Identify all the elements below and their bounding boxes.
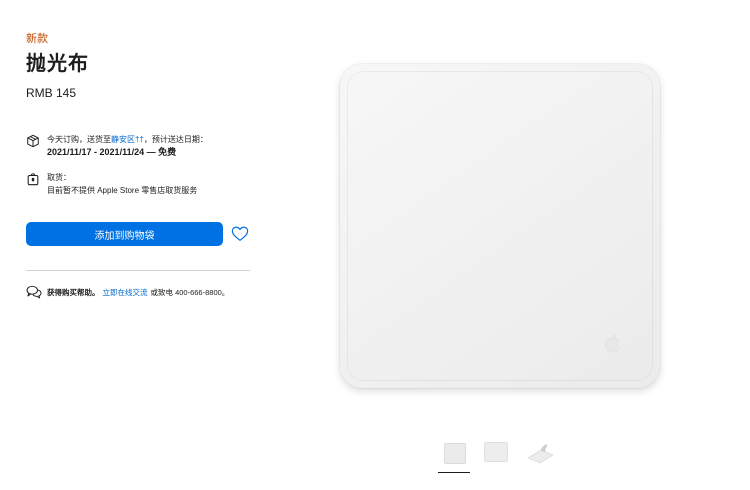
delivery-location-footnote[interactable]: †† — [135, 135, 144, 144]
product-image — [340, 64, 660, 388]
delivery-dates: 2021/11/17 - 2021/11/24 — 免费 — [47, 147, 177, 157]
thumbnail-flat[interactable] — [484, 442, 508, 462]
divider — [26, 270, 250, 271]
delivery-suffix: ，预计送达日期： — [143, 135, 208, 144]
add-to-bag-button[interactable]: 添加到购物袋 — [26, 222, 223, 246]
pickup-info: 取货： 目前暂不提供 Apple Store 零售店取货服务 — [26, 171, 197, 197]
new-badge: 新款 — [26, 33, 48, 45]
purchase-help: 获得购买帮助。 立即在线交流 或致电 400-666-8800。 — [26, 285, 229, 299]
selected-thumbnail-indicator — [438, 472, 470, 473]
delivery-line: 今天订购，送货至静安区††，预计送达日期： — [47, 133, 208, 146]
delivery-prefix: 今天订购，送货至 — [47, 135, 111, 144]
help-label: 获得购买帮助。 — [47, 287, 100, 297]
chat-bubbles-icon — [26, 285, 42, 299]
pickup-label: 取货： — [47, 173, 71, 182]
thumbnail-folded[interactable] — [525, 441, 555, 465]
heart-icon[interactable] — [231, 225, 249, 243]
pickup-detail: 目前暂不提供 Apple Store 零售店取货服务 — [47, 186, 198, 195]
product-price: RMB 145 — [26, 86, 77, 100]
help-phone: 或致电 400-666-8800。 — [150, 287, 230, 297]
delivery-info: 今天订购，送货至静安区††，预计送达日期： 2021/11/17 - 2021/… — [26, 133, 208, 159]
thumbnail-front[interactable] — [444, 443, 466, 464]
gallery-thumbnails — [0, 440, 750, 480]
delivery-location-link[interactable]: 静安区 — [111, 135, 135, 144]
apple-logo-icon — [604, 333, 621, 353]
store-bag-icon — [27, 173, 39, 186]
box-icon — [27, 134, 39, 148]
chat-now-link[interactable]: 立即在线交流 — [103, 287, 148, 298]
product-title: 抛光布 — [26, 53, 89, 75]
